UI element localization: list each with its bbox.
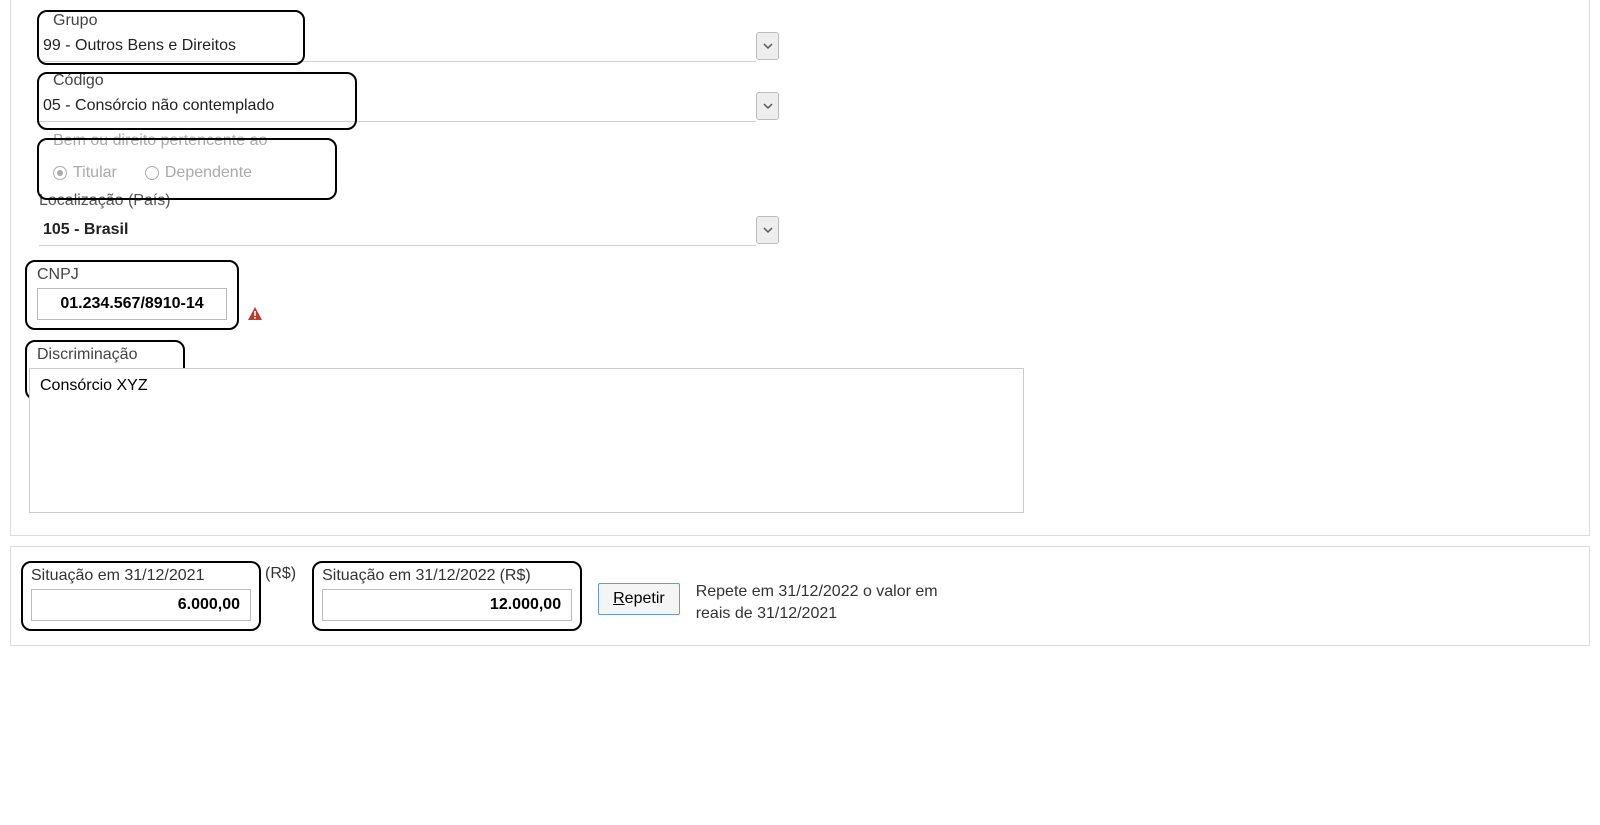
grupo-label: Grupo bbox=[39, 12, 1579, 30]
cnpj-input[interactable] bbox=[37, 288, 227, 320]
radio-circle-selected-icon bbox=[53, 166, 67, 180]
repetir-accel: R bbox=[613, 590, 625, 607]
situacao-2022-group: Situação em 31/12/2022 (R$) bbox=[312, 561, 582, 631]
situacao-2022-suffix: (R$) bbox=[500, 567, 531, 584]
grupo-value: 99 - Outros Bens e Direitos bbox=[39, 30, 756, 62]
repetir-button[interactable]: Repetir bbox=[598, 583, 680, 615]
grupo-select[interactable]: 99 - Outros Bens e Direitos bbox=[39, 30, 779, 62]
discriminacao-textarea[interactable] bbox=[29, 368, 1024, 513]
repetir-hint: Repete em 31/12/2022 o valor em reais de… bbox=[696, 581, 976, 626]
codigo-label: Código bbox=[39, 72, 1579, 90]
localizacao-select[interactable]: 105 - Brasil bbox=[39, 214, 779, 246]
situacao-2021-group: Situação em 31/12/2021 bbox=[21, 561, 261, 631]
localizacao-label: Localização (País) bbox=[39, 192, 1579, 210]
cnpj-group: CNPJ bbox=[25, 260, 239, 330]
chevron-down-icon bbox=[763, 225, 773, 235]
discriminacao-label: Discriminação bbox=[37, 346, 1567, 364]
cnpj-label: CNPJ bbox=[37, 266, 227, 284]
repetir-rest: epetir bbox=[625, 590, 665, 607]
localizacao-value: 105 - Brasil bbox=[39, 214, 756, 246]
codigo-dropdown-button[interactable] bbox=[756, 92, 779, 120]
situacao-2021-suffix: (R$) bbox=[265, 565, 296, 583]
situacao-2021-input[interactable] bbox=[31, 589, 251, 621]
situacao-panel: Situação em 31/12/2021 (R$) Situação em … bbox=[10, 546, 1590, 646]
pertencente-label: Bem ou direito pertencente ao bbox=[39, 132, 1579, 150]
situacao-2022-label: Situação em 31/12/2022 bbox=[322, 567, 495, 584]
localizacao-dropdown-button[interactable] bbox=[756, 216, 779, 244]
radio-titular-label: Titular bbox=[73, 164, 117, 182]
situacao-2021-label: Situação em 31/12/2021 bbox=[31, 567, 204, 584]
grupo-dropdown-button[interactable] bbox=[756, 32, 779, 60]
warning-icon bbox=[247, 306, 263, 322]
radio-dependente-label: Dependente bbox=[165, 164, 252, 182]
chevron-down-icon bbox=[763, 101, 773, 111]
codigo-value: 05 - Consórcio não contemplado bbox=[39, 90, 756, 122]
situacao-2022-input[interactable] bbox=[322, 589, 572, 621]
radio-dependente: Dependente bbox=[145, 164, 252, 182]
form-panel: Grupo 99 - Outros Bens e Direitos Código… bbox=[10, 0, 1590, 536]
radio-titular: Titular bbox=[53, 164, 117, 182]
radio-circle-icon bbox=[145, 166, 159, 180]
codigo-select[interactable]: 05 - Consórcio não contemplado bbox=[39, 90, 779, 122]
chevron-down-icon bbox=[763, 41, 773, 51]
